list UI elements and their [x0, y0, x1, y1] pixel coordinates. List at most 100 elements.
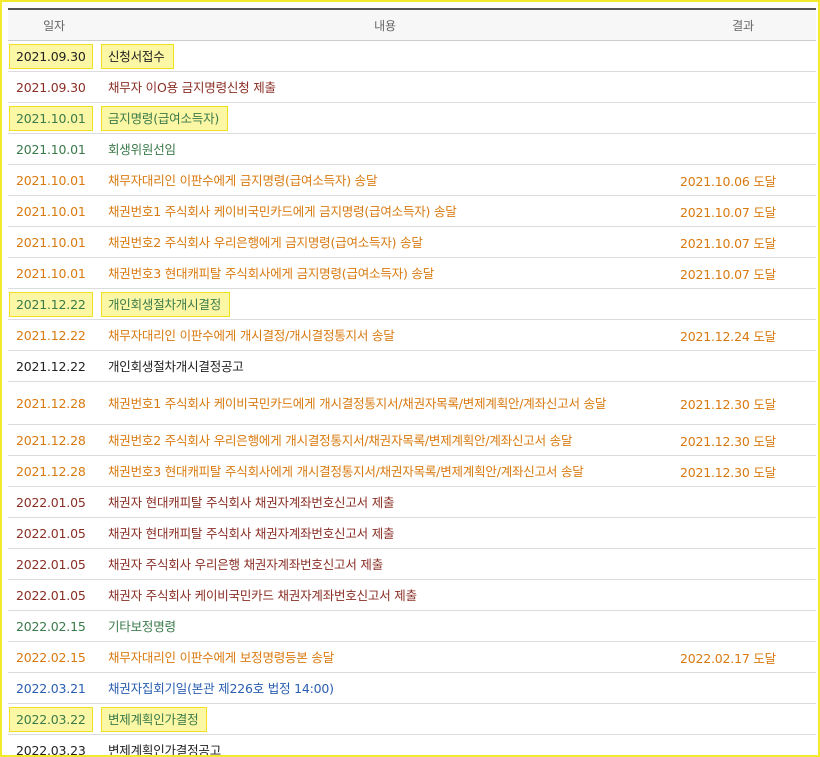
row-result-cell: 2022.02.17 도달: [670, 641, 816, 673]
row-result: 2021.12.30 도달: [680, 433, 776, 449]
table-row: 2021.09.30 채무자 이O용 금지명령신청 제출: [8, 71, 816, 103]
row-content: 채권자 주식회사 우리은행 채권자계좌번호신고서 제출: [108, 556, 383, 572]
row-date: 2022.01.05: [16, 525, 86, 541]
row-content: 채무자 이O용 금지명령신청 제출: [108, 79, 276, 95]
row-content: 채무자대리인 이판수에게 보정명령등본 송달: [108, 649, 335, 665]
row-result-cell: [670, 486, 816, 518]
row-result: 2021.10.06 도달: [680, 173, 776, 189]
row-content: 신청서접수: [101, 43, 174, 69]
row-content-cell: 채무자대리인 이판수에게 개시결정/개시결정통지서 송달: [100, 319, 670, 351]
row-date: 2021.10.01: [9, 105, 93, 131]
row-date-cell: 2021.10.01: [8, 257, 100, 289]
table-row: 2021.12.28 채권번호2 주식회사 우리은행에게 개시결정통지서/채권자목…: [8, 424, 816, 456]
row-content: 채권자집회기일(본관 제226호 법정 14:00): [108, 680, 334, 696]
row-content-cell: 채무자대리인 이판수에게 보정명령등본 송달: [100, 641, 670, 673]
table-row: 2021.10.01 금지명령(급여소득자): [8, 102, 816, 134]
row-content-cell: 채권번호2 주식회사 우리은행에게 금지명령(급여소득자) 송달: [100, 226, 670, 258]
row-content: 채무자대리인 이판수에게 개시결정/개시결정통지서 송달: [108, 327, 395, 343]
row-date: 2021.12.22: [16, 358, 86, 374]
row-date: 2021.12.22: [9, 291, 93, 317]
row-date-cell: 2022.01.05: [8, 486, 100, 518]
row-date: 2022.03.22: [9, 706, 93, 732]
row-content: 기타보정명령: [108, 618, 176, 634]
row-date-cell: 2022.03.21: [8, 672, 100, 704]
row-result-cell: 2021.10.06 도달: [670, 164, 816, 196]
row-content-cell: 채권번호1 주식회사 케이비국민카드에게 개시결정통지서/채권자목록/변제계획안…: [100, 381, 670, 425]
row-date: 2021.12.28: [16, 395, 86, 411]
row-result: 2021.10.07 도달: [680, 204, 776, 220]
row-date: 2022.03.23: [16, 742, 86, 757]
case-progress-table: 일자 내용 결과 2021.09.30 신청서접수 2021.09.30 채무자 이O…: [8, 8, 816, 757]
row-date: 2022.01.05: [16, 587, 86, 603]
row-content: 변제계획인가결정: [100, 706, 208, 732]
row-date-cell: 2021.10.01: [8, 133, 100, 165]
row-date-cell: 2021.10.01: [8, 195, 100, 227]
row-result-cell: [670, 579, 816, 611]
row-date-cell: 2021.10.01: [8, 102, 100, 134]
row-content: 개인회생절차개시결정: [100, 291, 231, 317]
row-content: 회생위원선임: [108, 141, 176, 157]
row-date: 2021.10.01: [16, 234, 86, 250]
row-date-cell: 2022.02.15: [8, 610, 100, 642]
row-content: 개인회생절차개시결정공고: [108, 358, 244, 374]
row-date: 2021.12.28: [16, 432, 86, 448]
row-result: 2021.12.30 도달: [680, 464, 776, 480]
row-content: 채권번호3 현대캐피탈 주식회사에게 개시결정통지서/채권자목록/변제계획안/계…: [108, 463, 584, 479]
table-row: 2021.10.01 채권번호3 현대캐피탈 주식회사에게 금지명령(급여소득자)…: [8, 257, 816, 289]
row-date: 2021.09.30: [9, 43, 93, 69]
row-content-cell: 채무자 이O용 금지명령신청 제출: [100, 71, 670, 103]
row-content-cell: 채권번호3 현대캐피탈 주식회사에게 개시결정통지서/채권자목록/변제계획안/계…: [100, 455, 670, 487]
row-content: 채권자 현대캐피탈 주식회사 채권자계좌번호신고서 제출: [108, 494, 395, 510]
row-result-cell: [670, 548, 816, 580]
row-result-cell: [670, 40, 816, 72]
row-date-cell: 2021.09.30: [8, 71, 100, 103]
row-result-cell: [670, 133, 816, 165]
row-content: 변제계획인가결정공고: [108, 742, 222, 757]
row-result: 2021.10.07 도달: [680, 266, 776, 282]
row-content: 채무자대리인 이판수에게 금지명령(급여소득자) 송달: [108, 172, 378, 188]
row-result-cell: 2021.12.24 도달: [670, 319, 816, 351]
row-result-cell: [670, 288, 816, 320]
row-date: 2021.10.01: [16, 141, 86, 157]
row-content: 채권자 현대캐피탈 주식회사 채권자계좌번호신고서 제출: [108, 525, 395, 541]
row-content-cell: 채권자집회기일(본관 제226호 법정 14:00): [100, 672, 670, 704]
row-date-cell: 2022.03.22: [8, 703, 100, 735]
row-date-cell: 2022.03.23: [8, 734, 100, 757]
row-date: 2022.02.15: [16, 618, 86, 634]
row-content: 채권번호2 주식회사 우리은행에게 금지명령(급여소득자) 송달: [108, 234, 423, 250]
row-date: 2022.03.21: [16, 680, 86, 696]
table-row: 2021.12.22 개인회생절차개시결정공고: [8, 350, 816, 382]
row-content-cell: 채권번호1 주식회사 케이비국민카드에게 금지명령(급여소득자) 송달: [100, 195, 670, 227]
table-row: 2021.10.01 회생위원선임: [8, 133, 816, 165]
row-date-cell: 2021.12.22: [8, 350, 100, 382]
row-result-cell: 2021.10.07 도달: [670, 226, 816, 258]
row-result-cell: 2021.12.30 도달: [670, 424, 816, 456]
row-date: 2021.10.01: [16, 172, 86, 188]
row-result-cell: [670, 517, 816, 549]
row-content-cell: 채무자대리인 이판수에게 금지명령(급여소득자) 송달: [100, 164, 670, 196]
table-header-row: 일자 내용 결과: [8, 9, 816, 41]
table-row: 2022.01.05 채권자 현대캐피탈 주식회사 채권자계좌번호신고서 제출: [8, 486, 816, 518]
row-date-cell: 2021.12.28: [8, 424, 100, 456]
row-content-cell: 채권자 현대캐피탈 주식회사 채권자계좌번호신고서 제출: [100, 517, 670, 549]
table-row: 2022.03.22 변제계획인가결정: [8, 703, 816, 735]
table-row: 2022.01.05 채권자 현대캐피탈 주식회사 채권자계좌번호신고서 제출: [8, 517, 816, 549]
table-row: 2022.01.05 채권자 주식회사 우리은행 채권자계좌번호신고서 제출: [8, 548, 816, 580]
row-result: 2021.12.24 도달: [680, 328, 776, 344]
row-date-cell: 2021.12.28: [8, 381, 100, 425]
row-date-cell: 2021.12.22: [8, 288, 100, 320]
row-content-cell: 채권자 주식회사 케이비국민카드 채권자계좌번호신고서 제출: [100, 579, 670, 611]
table-row: 2022.01.05 채권자 주식회사 케이비국민카드 채권자계좌번호신고서 제출: [8, 579, 816, 611]
table-row: 2021.12.22 개인회생절차개시결정: [8, 288, 816, 320]
row-date: 2022.01.05: [16, 556, 86, 572]
row-result-cell: [670, 71, 816, 103]
row-content-cell: 변제계획인가결정공고: [100, 734, 670, 757]
table-row: 2022.02.15 채무자대리인 이판수에게 보정명령등본 송달 2022.02.…: [8, 641, 816, 673]
row-content-cell: 개인회생절차개시결정: [100, 288, 670, 320]
row-content-cell: 채권번호3 현대캐피탈 주식회사에게 금지명령(급여소득자) 송달: [100, 257, 670, 289]
row-date-cell: 2021.10.01: [8, 226, 100, 258]
row-content: 채권번호3 현대캐피탈 주식회사에게 금지명령(급여소득자) 송달: [108, 265, 435, 281]
row-date-cell: 2022.02.15: [8, 641, 100, 673]
row-date: 2021.09.30: [16, 79, 86, 95]
table-row: 2022.02.15 기타보정명령: [8, 610, 816, 642]
